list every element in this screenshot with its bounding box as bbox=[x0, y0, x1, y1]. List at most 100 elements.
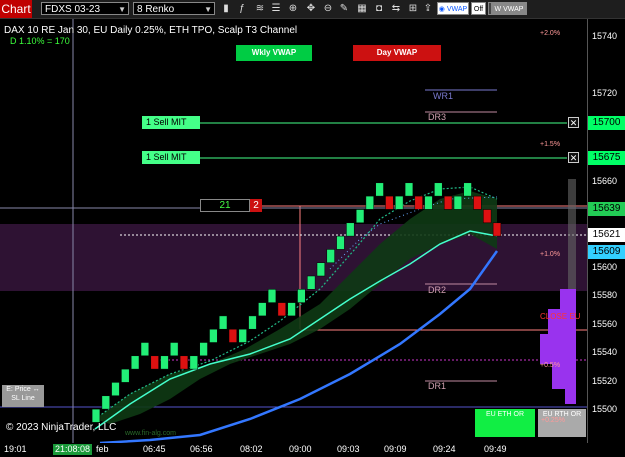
price-tag-vwap: 15609 bbox=[588, 245, 625, 259]
chart-toolbar: Chart FDXS 03-23 ▼ 8 Renko ▼ ▮ ƒ ≋ ☰ ⊕ ✥… bbox=[0, 0, 625, 19]
tpo-profile-right bbox=[568, 179, 576, 299]
renko-brick-up bbox=[297, 289, 306, 303]
chart-trader-icon[interactable]: ⇆ bbox=[390, 3, 402, 15]
time-tick: 06:56 bbox=[190, 444, 213, 454]
renko-brick-up bbox=[160, 355, 169, 370]
sell-mit-order-1[interactable]: 1 Sell MIT bbox=[142, 116, 200, 129]
renko-brick-up bbox=[287, 302, 296, 317]
time-tick: 09:00 bbox=[289, 444, 312, 454]
bar-type-value: 8 Renko bbox=[137, 4, 175, 15]
renko-brick-up bbox=[140, 342, 150, 357]
price-tick: 15580 bbox=[592, 290, 618, 300]
chevron-down-icon: ▼ bbox=[204, 5, 212, 14]
eu-eth-or-button[interactable]: EU ETH OR bbox=[475, 409, 535, 437]
renko-brick-up bbox=[326, 249, 335, 263]
price-tick: 15600 bbox=[592, 262, 618, 272]
renko-brick-up bbox=[121, 368, 130, 383]
tpo-profile-purple-5 bbox=[565, 389, 576, 404]
renko-brick-down bbox=[385, 195, 394, 210]
price-tick: 15560 bbox=[592, 319, 618, 329]
close-eu-label: CLOSE EU bbox=[540, 312, 581, 321]
price-axis[interactable]: 15740 15720 15660 15600 15580 15560 1554… bbox=[587, 19, 625, 443]
price-tick: 15500 bbox=[592, 404, 618, 414]
vwap-toggle-button[interactable]: ◉ VWAP bbox=[437, 2, 469, 15]
strategy-icon[interactable]: ≋ bbox=[254, 3, 266, 15]
renko-brick-up bbox=[248, 315, 257, 330]
renko-brick-up bbox=[336, 235, 345, 250]
renko-brick-up bbox=[189, 355, 198, 370]
tpo-profile-purple-3 bbox=[540, 334, 576, 364]
renko-brick-up bbox=[199, 342, 208, 357]
price-tick: 15720 bbox=[592, 88, 618, 98]
renko-brick-up bbox=[395, 195, 404, 210]
price-tick: 15660 bbox=[592, 176, 618, 186]
time-tick-cursor: 21:08:08 bbox=[53, 444, 93, 455]
watermark: www.fin-alg.com bbox=[125, 430, 176, 437]
data-box-icon[interactable]: ▦ bbox=[356, 3, 368, 15]
position-qty[interactable]: 21 bbox=[200, 199, 250, 212]
share-icon[interactable]: ⇪ bbox=[422, 3, 434, 15]
wvwap-toggle-button[interactable]: W VWAP bbox=[491, 2, 527, 15]
time-tick: 09:24 bbox=[433, 444, 456, 454]
wkly-vwap-button[interactable]: Wkly VWAP bbox=[236, 45, 312, 61]
renko-brick-down bbox=[179, 355, 189, 370]
time-tick: 19:01 bbox=[4, 444, 27, 454]
renko-brick-up bbox=[170, 342, 179, 357]
time-tick: 06:45 bbox=[143, 444, 166, 454]
bar-chart-icon[interactable]: ▮ bbox=[220, 3, 232, 15]
time-tick: 09:03 bbox=[337, 444, 360, 454]
renko-brick-up bbox=[111, 382, 120, 396]
time-tick: 09:09 bbox=[384, 444, 407, 454]
renko-brick-down bbox=[492, 222, 502, 237]
dr3-label: DR3 bbox=[428, 112, 447, 122]
renko-brick-up bbox=[218, 315, 228, 330]
renko-brick-up bbox=[424, 195, 433, 210]
camera-icon[interactable]: ◘ bbox=[373, 3, 385, 15]
position-count[interactable]: 2 bbox=[250, 199, 262, 212]
renko-brick-down bbox=[414, 195, 423, 210]
pct-label-15: +1.5% bbox=[540, 141, 561, 148]
time-tick: 09:49 bbox=[484, 444, 507, 454]
bar-type-selector[interactable]: 8 Renko ▼ bbox=[133, 2, 215, 15]
price-tick: 15740 bbox=[592, 31, 618, 41]
pct-label-05: +0.5% bbox=[540, 362, 561, 369]
renko-brick-down bbox=[483, 209, 492, 224]
dr1-label: DR1 bbox=[428, 381, 447, 391]
renko-brick-up bbox=[346, 222, 355, 237]
price-tag-last: 15621 bbox=[588, 228, 625, 242]
templates-icon[interactable]: ⊞ bbox=[407, 3, 419, 15]
renko-brick-down bbox=[228, 328, 238, 343]
wr1-label: WR1 bbox=[433, 91, 453, 101]
instrument-selector[interactable]: FDXS 03-23 ▼ bbox=[41, 2, 129, 15]
zoom-in-icon[interactable]: ⊕ bbox=[287, 3, 299, 15]
chart-subtitle: D 1.10% = 170 bbox=[10, 36, 70, 46]
price-tick: 15520 bbox=[592, 376, 618, 386]
cancel-order-1-icon[interactable]: ✕ bbox=[568, 117, 579, 128]
crosshair-icon[interactable]: ✥ bbox=[305, 3, 317, 15]
cancel-order-2-icon[interactable]: ✕ bbox=[568, 152, 579, 163]
time-tick: 08:02 bbox=[240, 444, 263, 454]
off-toggle-button[interactable]: Off bbox=[471, 2, 486, 15]
day-vwap-button[interactable]: Day VWAP bbox=[353, 45, 441, 61]
renko-brick-down bbox=[443, 195, 453, 210]
indicators-icon[interactable]: ƒ bbox=[236, 3, 248, 15]
renko-chart bbox=[0, 19, 587, 443]
properties-icon[interactable]: ☰ bbox=[270, 3, 282, 15]
time-axis[interactable]: 19:01 21:08:08 feb 06:45 06:56 08:02 09:… bbox=[0, 443, 625, 457]
chart-tab[interactable]: Chart bbox=[0, 0, 32, 18]
chart-title: DAX 10 RE Jan 30, EU Daily 0.25%, ETH TP… bbox=[4, 25, 298, 36]
sell-mit-order-2[interactable]: 1 Sell MIT bbox=[142, 151, 200, 164]
renko-brick-up bbox=[316, 262, 326, 277]
zoom-out-icon[interactable]: ⊖ bbox=[322, 3, 334, 15]
renko-brick-up bbox=[258, 302, 267, 317]
chevron-down-icon: ▼ bbox=[118, 5, 126, 14]
draw-tool-icon[interactable]: ✎ bbox=[338, 3, 350, 15]
pct-label-1: +1.0% bbox=[540, 251, 561, 258]
chart-plot-area[interactable]: DAX 10 RE Jan 30, EU Daily 0.25%, ETH TP… bbox=[0, 19, 587, 443]
price-sl-line-button[interactable]: E: Price ↔ SL Line bbox=[2, 385, 44, 407]
renko-brick-up bbox=[404, 182, 414, 197]
price-tag-position: 15639 bbox=[588, 202, 625, 216]
renko-brick-up bbox=[101, 395, 110, 410]
price-tag-sell-mit-1: 15700 bbox=[588, 116, 625, 130]
copyright-text: © 2023 NinjaTrader, LLC bbox=[6, 422, 117, 433]
